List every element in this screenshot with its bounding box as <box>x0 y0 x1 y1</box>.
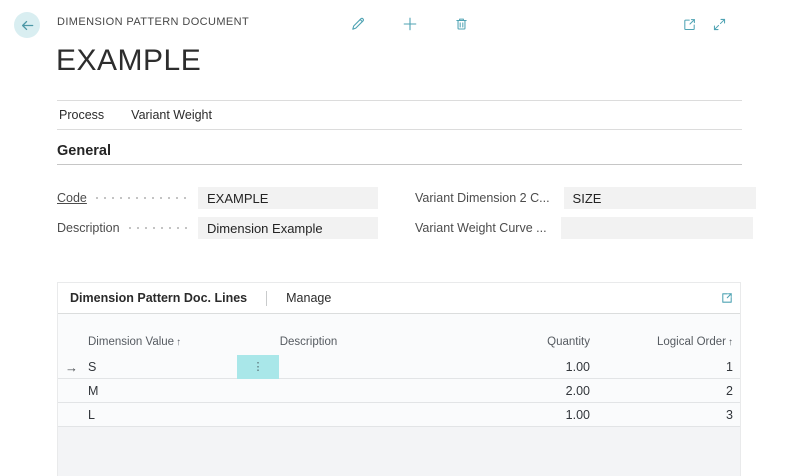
cell-quantity[interactable]: 1.00 <box>380 360 600 374</box>
field-description: Description Dimension Example <box>57 217 378 239</box>
column-header-logical-order[interactable]: Logical Order↑ <box>600 336 740 348</box>
dotted-leader <box>93 197 190 199</box>
lines-part-title[interactable]: Dimension Pattern Doc. Lines <box>70 291 247 305</box>
field-code: Code EXAMPLE <box>57 187 378 209</box>
table-empty-area <box>58 427 740 476</box>
field-code-input[interactable]: EXAMPLE <box>198 187 378 209</box>
vertical-divider <box>266 291 267 306</box>
table-row[interactable]: L 1.00 3 <box>58 403 740 427</box>
cell-options-button[interactable]: ⋮ <box>237 355 279 379</box>
cell-dimension-value[interactable]: L <box>86 408 237 422</box>
cell-logical-order[interactable]: 3 <box>600 408 740 422</box>
field-variant-weight-curve: Variant Weight Curve ... <box>415 217 742 239</box>
field-variant-weight-curve-input[interactable] <box>561 217 753 239</box>
new-icon[interactable] <box>402 16 418 32</box>
field-variant-dimension-2-input[interactable]: SIZE <box>564 187 756 209</box>
sort-ascending-icon: ↑ <box>176 337 181 348</box>
cell-logical-order[interactable]: 1 <box>600 360 740 374</box>
edit-icon[interactable] <box>350 16 366 32</box>
menubar: Process Variant Weight <box>57 100 742 130</box>
lines-part: Dimension Pattern Doc. Lines Manage Dime… <box>57 282 741 476</box>
sort-ascending-icon: ↑ <box>728 337 733 348</box>
popout-icon[interactable] <box>682 17 697 32</box>
field-description-input[interactable]: Dimension Example <box>198 217 378 239</box>
cell-quantity[interactable]: 2.00 <box>380 384 600 398</box>
window-bar <box>682 17 727 32</box>
column-header-quantity[interactable]: Quantity <box>380 336 600 348</box>
column-header-description[interactable]: Description <box>237 336 380 348</box>
section-general-heading[interactable]: General <box>57 143 111 159</box>
expand-icon[interactable] <box>712 17 727 32</box>
table-row[interactable]: M 2.00 2 <box>58 379 740 403</box>
page-title: EXAMPLE <box>56 44 201 78</box>
vertical-ellipsis-icon: ⋮ <box>253 362 264 373</box>
dotted-leader <box>126 227 190 229</box>
field-description-label: Description <box>57 221 120 235</box>
lines-part-header: Dimension Pattern Doc. Lines Manage <box>58 283 740 314</box>
table-header-row: Dimension Value↑ Description Quantity Lo… <box>58 314 740 355</box>
arrow-right-icon: → <box>58 360 78 375</box>
lines-table: Dimension Value↑ Description Quantity Lo… <box>58 314 740 476</box>
field-code-label[interactable]: Code <box>57 191 87 205</box>
part-popout-icon[interactable] <box>720 291 734 305</box>
field-variant-dimension-2: Variant Dimension 2 C... SIZE <box>415 187 742 209</box>
active-row-marker: → <box>58 360 86 375</box>
cell-description[interactable]: ⋮ <box>237 355 380 379</box>
action-bar <box>350 16 469 32</box>
back-button[interactable] <box>14 12 40 38</box>
cell-dimension-value[interactable]: S <box>86 360 237 374</box>
cell-dimension-value[interactable]: M <box>86 384 237 398</box>
section-divider <box>57 164 742 165</box>
delete-icon[interactable] <box>454 16 469 32</box>
menu-item-variant-weight[interactable]: Variant Weight <box>131 108 212 122</box>
cell-quantity[interactable]: 1.00 <box>380 408 600 422</box>
column-header-dimension-value[interactable]: Dimension Value↑ <box>86 336 237 348</box>
cell-logical-order[interactable]: 2 <box>600 384 740 398</box>
table-row[interactable]: → S ⋮ 1.00 1 <box>58 355 740 379</box>
lines-manage-menu[interactable]: Manage <box>286 291 331 305</box>
page-caption: DIMENSION PATTERN DOCUMENT <box>57 16 249 28</box>
arrow-left-icon <box>20 18 35 33</box>
menu-item-process[interactable]: Process <box>59 108 104 122</box>
field-variant-weight-curve-label: Variant Weight Curve ... <box>415 221 547 235</box>
field-variant-dimension-2-label: Variant Dimension 2 C... <box>415 191 550 205</box>
